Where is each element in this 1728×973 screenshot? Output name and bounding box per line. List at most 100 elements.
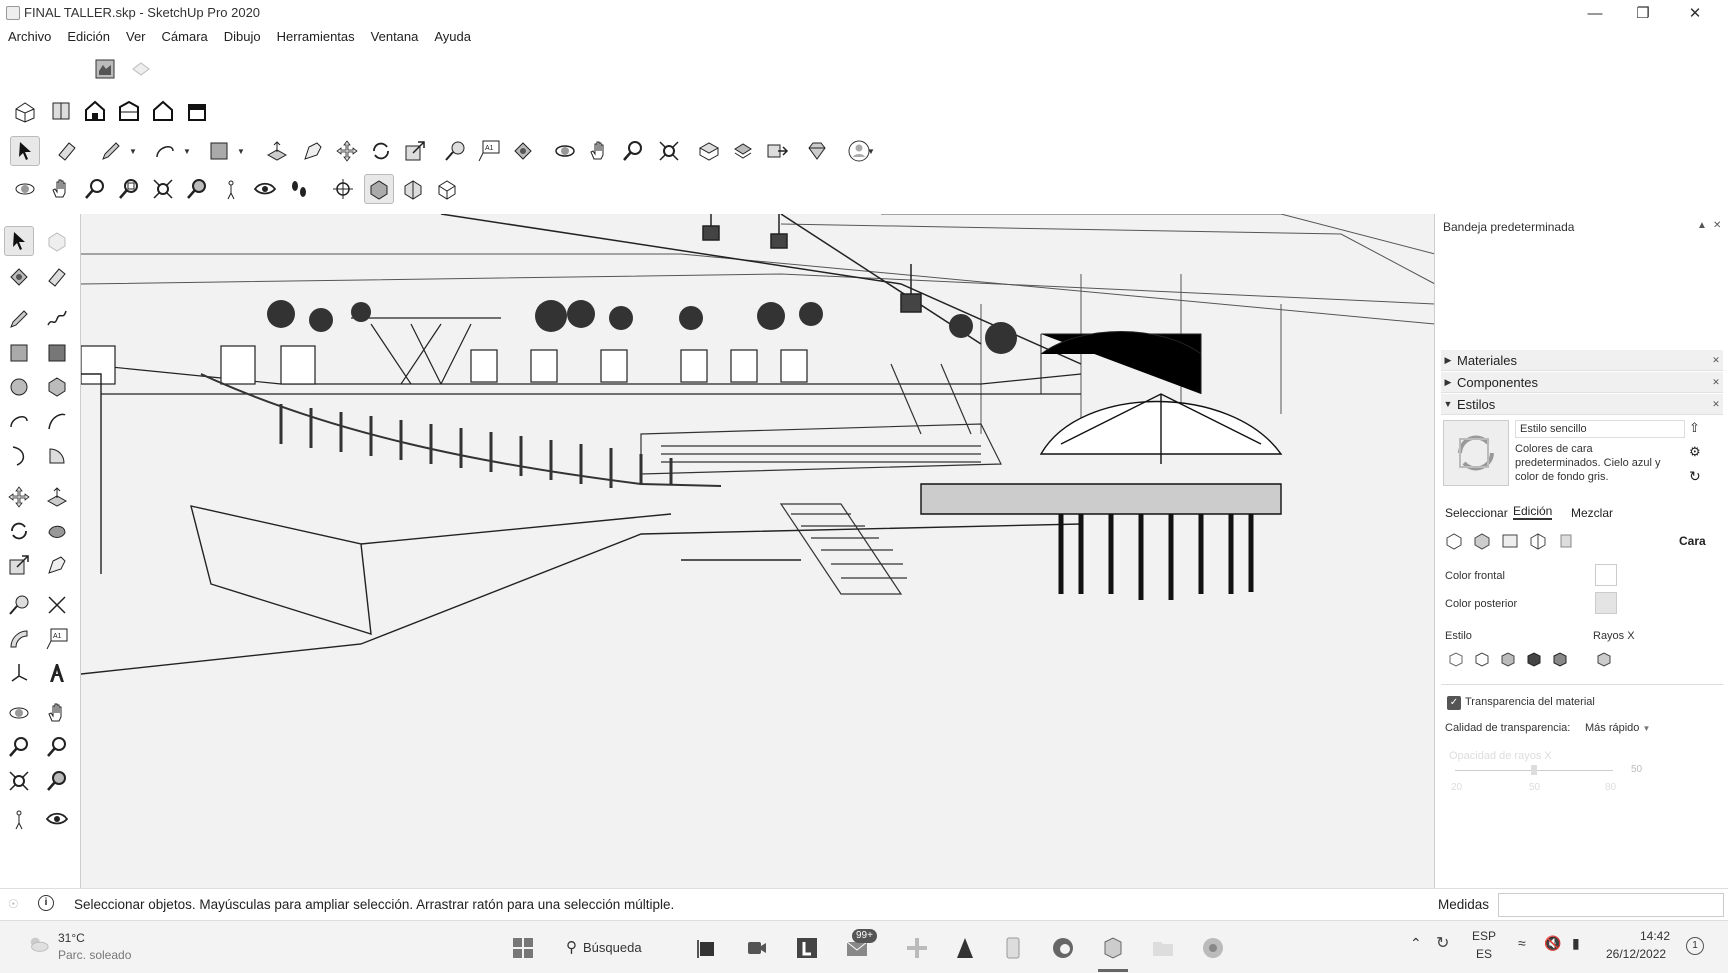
text-tool-button[interactable]: A1 (474, 136, 504, 166)
palette-offset-button[interactable] (42, 550, 72, 580)
paint-bucket-tool-button[interactable] (508, 136, 538, 166)
palette-arc-button[interactable] (4, 406, 34, 436)
move-tool-button[interactable] (332, 136, 362, 166)
palette-text-button[interactable]: A1 (42, 624, 72, 654)
tray-pin-icon[interactable]: ▲ (1697, 220, 1707, 231)
palette-dimension-button[interactable] (42, 590, 72, 620)
menu-dibujo[interactable]: Dibujo (216, 27, 269, 49)
notification-count[interactable]: 1 (1686, 937, 1704, 955)
battery-icon[interactable]: ▮ (1572, 935, 1580, 952)
wifi-icon[interactable]: ≈ (1518, 935, 1526, 951)
iso-view-button[interactable] (10, 96, 40, 126)
back-view-button[interactable] (148, 96, 178, 126)
panel-close-icon[interactable]: ✕ (1709, 377, 1723, 388)
extension-warehouse-button[interactable] (802, 136, 832, 166)
pan-tool-button[interactable] (584, 136, 614, 166)
warehouse-share-button[interactable] (126, 54, 156, 84)
palette-zoom-extents-button[interactable] (4, 766, 34, 796)
palette-previous-button[interactable] (42, 766, 72, 796)
palette-look-around-button[interactable] (42, 804, 72, 834)
menu-archivo[interactable]: Archivo (0, 27, 59, 49)
menu-ayuda[interactable]: Ayuda (426, 27, 479, 49)
palette-paint-button[interactable] (4, 262, 34, 292)
zoom-tool-button[interactable] (618, 136, 648, 166)
model-info-button[interactable] (90, 54, 120, 84)
palette-rotate-button[interactable] (4, 516, 34, 546)
edge-settings-icon[interactable] (1445, 532, 1463, 550)
palette-line-button[interactable] (4, 304, 34, 334)
task-view-button[interactable] (694, 935, 720, 961)
chevron-up-icon[interactable]: ⌃ (1410, 935, 1422, 952)
background-settings-icon[interactable] (1501, 532, 1519, 550)
teams-chat-button[interactable] (744, 935, 770, 961)
styles-panel-header[interactable]: ▼ Estilos ✕ (1441, 394, 1723, 415)
chrome-button[interactable] (1200, 935, 1226, 961)
warehouse-button[interactable] (694, 136, 724, 166)
tab-edit[interactable]: Edición (1513, 504, 1553, 520)
measurements-input[interactable] (1498, 893, 1724, 917)
clock-date[interactable]: 26/12/2022 (1606, 947, 1666, 961)
front-view-button[interactable] (80, 96, 110, 126)
taskbar-search-button[interactable]: ⚲ Búsqueda (566, 932, 676, 962)
section-fill-button[interactable] (432, 174, 462, 204)
slider-thumb[interactable] (1531, 765, 1537, 775)
restore-button[interactable]: ❐ (1620, 0, 1666, 26)
palette-3d-text-button[interactable] (42, 658, 72, 688)
palette-push-pull-button[interactable] (42, 482, 72, 512)
menu-camara[interactable]: Cámara (154, 27, 216, 49)
right-view-button[interactable] (114, 96, 144, 126)
palette-axes-button[interactable] (4, 658, 34, 688)
scale-tool-button[interactable] (400, 136, 430, 166)
line-tool-button[interactable] (96, 136, 126, 166)
palette-2point-arc-button[interactable] (42, 406, 72, 436)
eraser-tool-button[interactable] (52, 136, 82, 166)
create-style-icon[interactable]: ⇧ (1689, 420, 1700, 436)
push-pull-tool-button[interactable] (262, 136, 292, 166)
account-dropdown[interactable]: ▼ (866, 136, 876, 166)
app-cross-button[interactable] (904, 935, 930, 961)
look-around-button[interactable] (250, 174, 280, 204)
wireframe-icon[interactable] (1447, 650, 1465, 668)
3d-warehouse-components-button[interactable] (728, 136, 758, 166)
palette-position-camera-button[interactable] (4, 804, 34, 834)
orbit-button-2[interactable] (10, 174, 40, 204)
sync-icon[interactable]: ↻ (1436, 933, 1449, 953)
previous-view-button[interactable] (182, 174, 212, 204)
transparency-quality-select[interactable]: Más rápido ▼ (1585, 722, 1659, 734)
close-button[interactable]: ✕ (1672, 0, 1718, 26)
weather-icon[interactable] (26, 933, 50, 955)
materials-panel-header[interactable]: ▶ Materiales ✕ (1441, 350, 1723, 371)
display-section-planes-button[interactable] (364, 174, 394, 204)
geo-location-icon[interactable]: ☉ (8, 897, 19, 911)
palette-zoom-window-button[interactable] (42, 732, 72, 762)
app-l-button[interactable] (794, 935, 820, 961)
tab-select[interactable]: Seleccionar (1445, 506, 1508, 520)
start-button[interactable] (510, 935, 536, 961)
watermark-settings-icon[interactable] (1529, 532, 1547, 550)
front-color-swatch[interactable] (1595, 564, 1617, 586)
line-dropdown[interactable]: ▼ (128, 136, 138, 166)
palette-tape-button[interactable] (4, 590, 34, 620)
palette-polygon-button[interactable] (42, 372, 72, 402)
palette-select-button[interactable] (4, 226, 34, 256)
zoom-window-button[interactable] (114, 174, 144, 204)
zoom-extents-tool-button[interactable] (654, 136, 684, 166)
palette-pan-button[interactable] (42, 698, 72, 728)
material-transparency-checkbox[interactable]: ✓ (1447, 696, 1461, 710)
palette-move-button[interactable] (4, 482, 34, 512)
palette-rotated-rectangle-button[interactable] (42, 338, 72, 368)
section-plane-button[interactable] (328, 174, 358, 204)
monochrome-icon[interactable] (1551, 650, 1569, 668)
sketchup-taskbar-button[interactable] (1100, 935, 1126, 961)
menu-ventana[interactable]: Ventana (363, 27, 427, 49)
panel-close-icon[interactable]: ✕ (1709, 355, 1723, 366)
palette-3point-arc-button[interactable] (4, 440, 34, 470)
refresh-icon[interactable]: ↻ (1689, 468, 1701, 485)
instructor-info-icon[interactable]: i (38, 895, 54, 911)
file-explorer-button[interactable] (1150, 935, 1176, 961)
tape-measure-tool-button[interactable] (440, 136, 470, 166)
left-view-button[interactable] (182, 96, 212, 126)
tab-mix[interactable]: Mezclar (1571, 506, 1613, 520)
shaded-textures-icon[interactable] (1525, 650, 1543, 668)
arc-dropdown[interactable]: ▼ (182, 136, 192, 166)
